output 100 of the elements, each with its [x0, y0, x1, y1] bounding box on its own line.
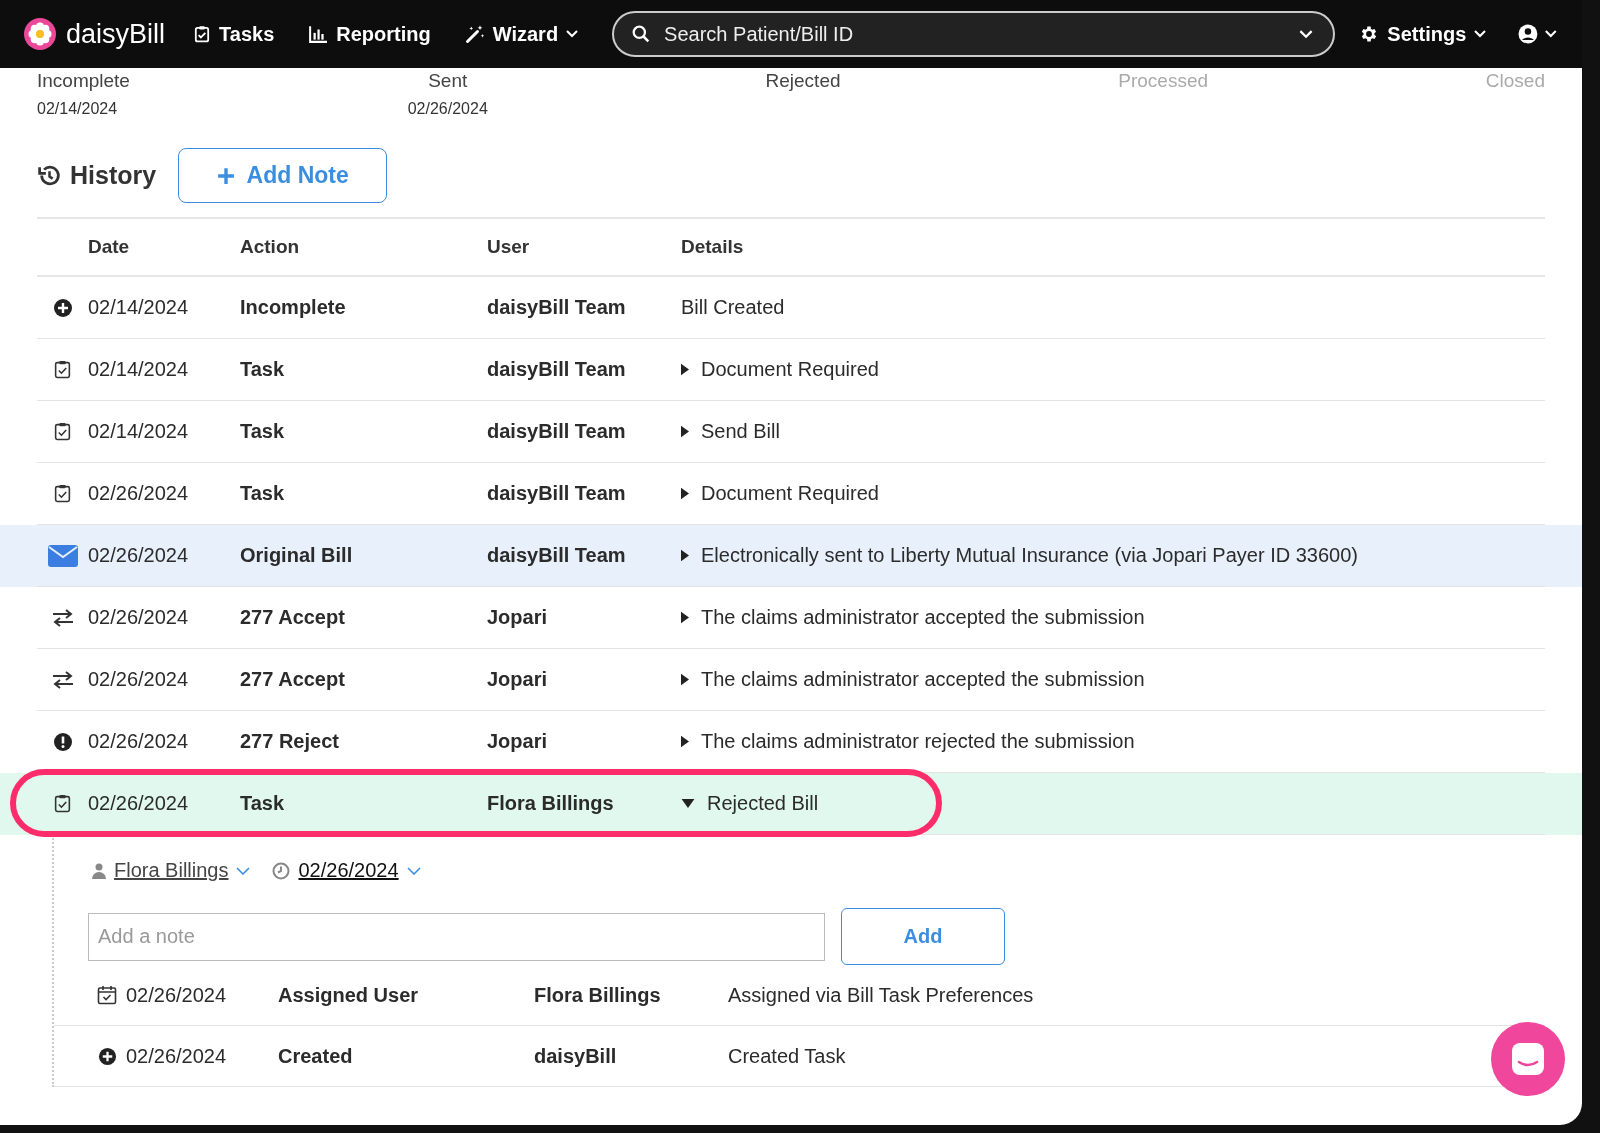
status-step-label: Rejected — [765, 70, 841, 92]
date-cell-text: 02/14/2024 — [88, 420, 190, 443]
history-row[interactable]: 02/26/2024 277 Accept Jopari The claims administrator accepted the submission — [0, 587, 1582, 649]
action-cell-text: Task — [240, 792, 286, 815]
caret-right-icon[interactable] — [681, 611, 689, 624]
assignee-dropdown[interactable]: Flora Billings — [114, 859, 229, 882]
bar-chart-icon — [308, 25, 329, 43]
clock-icon — [272, 861, 291, 880]
user-cell: daisyBill — [534, 1044, 617, 1068]
settings-menu[interactable]: Settings — [1359, 22, 1487, 46]
column-header: Action — [240, 236, 301, 258]
history-icon — [37, 163, 62, 188]
action-cell-text: 277 Accept — [240, 606, 346, 629]
action-cell-text: 277 Reject — [240, 730, 340, 753]
caret-right-icon[interactable] — [681, 363, 689, 376]
details-cell: The claims administrator rejected the submission — [701, 730, 1135, 753]
user-cell-text: daisyBill Team — [487, 296, 627, 319]
brand-name[interactable]: daisyBill — [66, 18, 166, 50]
clipboard-check-icon — [54, 484, 71, 503]
action-cell-text: 277 Accept — [240, 668, 346, 691]
details-cell: Send Bill — [701, 420, 780, 443]
calendar-check-icon — [97, 985, 117, 1005]
chevron-down-icon — [566, 30, 579, 38]
search-icon — [632, 25, 651, 43]
clipboard-check-icon — [193, 25, 212, 43]
status-step-label: Closed — [1485, 70, 1545, 92]
user-cell-text: Flora Billings — [487, 792, 615, 815]
nav-menu-item[interactable]: Wizard — [464, 22, 579, 46]
status-step-label: Sent — [428, 70, 468, 92]
details-cell: Created Task — [728, 1044, 846, 1068]
clipboard-check-icon — [54, 422, 71, 441]
clipboard-check-icon — [54, 360, 71, 379]
user-cell-text: Jopari — [487, 730, 549, 753]
date-cell-text: 02/26/2024 — [88, 544, 190, 567]
envelope-icon — [47, 544, 78, 567]
history-row[interactable]: 02/14/2024 Task daisyBill Team Document Required — [0, 339, 1582, 401]
column-header: User — [487, 236, 531, 258]
note-input-field[interactable]: Add a note — [88, 912, 825, 961]
caret-right-icon[interactable] — [681, 487, 689, 500]
action-cell-text: Task — [240, 482, 286, 505]
column-header: Details — [681, 236, 745, 258]
history-row[interactable]: 02/26/2024 Original Bill daisyBill Team Electronically sent to Liberty Mutual Insurance (via Jopari Payer ID 33600) — [0, 525, 1582, 587]
caret-right-icon[interactable] — [681, 425, 689, 438]
details-cell: Document Required — [701, 482, 879, 505]
status-step-label: Processed — [1118, 70, 1209, 92]
details-cell: Electronically sent to Liberty Mutual Insurance (via Jopari Payer ID 33600) — [701, 544, 1358, 567]
details-cell: The claims administrator accepted the submission — [701, 668, 1145, 691]
action-cell-text: Incomplete — [240, 296, 347, 319]
user-cell-text: Jopari — [487, 606, 549, 629]
details-cell: Bill Created — [681, 296, 785, 319]
clipboard-check-icon — [54, 794, 71, 813]
user-cell-text: daisyBill Team — [487, 482, 627, 505]
exchange-arrows-icon — [51, 670, 74, 689]
user-cell-text: Jopari — [487, 668, 549, 691]
exclamation-circle-icon — [52, 731, 73, 752]
status-step-date: 02/26/2024 — [407, 100, 488, 118]
due-date-dropdown[interactable]: 02/26/2024 — [298, 859, 399, 882]
column-header: Date — [88, 236, 131, 258]
details-cell: The claims administrator accepted the submission — [701, 606, 1145, 629]
user-cell-text: daisyBill Team — [487, 358, 627, 381]
history-row[interactable]: 02/14/2024 Task daisyBill Team Send Bill — [0, 401, 1582, 463]
date-cell-text: 02/14/2024 — [88, 358, 190, 381]
person-icon — [92, 862, 106, 879]
date-cell-text: 02/26/2024 — [88, 606, 190, 629]
user-cell-text: daisyBill Team — [487, 544, 627, 567]
history-heading: History — [70, 161, 157, 190]
history-row[interactable]: 02/14/2024 Incomplete daisyBill Team Bill Created — [0, 277, 1582, 339]
user-cell-text: daisyBill Team — [487, 420, 627, 443]
caret-right-icon[interactable] — [681, 549, 689, 562]
caret-down-icon[interactable] — [681, 799, 695, 808]
nav-menu-item[interactable]: Reporting — [308, 22, 431, 46]
exchange-arrows-icon — [51, 608, 74, 627]
status-step-date: 02/14/2024 — [37, 100, 118, 118]
status-step-label: Incomplete — [37, 70, 130, 92]
action-cell: Created — [278, 1044, 353, 1068]
caret-right-icon[interactable] — [681, 673, 689, 686]
chat-bubble-icon — [1510, 1041, 1546, 1077]
caret-right-icon[interactable] — [681, 735, 689, 748]
action-cell-text: Original Bill — [240, 544, 354, 567]
details-cell: Rejected Bill — [707, 792, 819, 815]
user-cell: Flora Billings — [534, 983, 661, 1007]
search-field[interactable]: Search Patient/Bill ID — [612, 11, 1336, 57]
plus-circle-icon — [97, 1046, 117, 1066]
action-cell-text: Task — [240, 420, 286, 443]
history-row[interactable]: 02/26/2024 277 Accept Jopari The claims administrator accepted the submission — [0, 649, 1582, 711]
date-cell-text: 02/14/2024 — [88, 296, 190, 319]
date-cell-text: 02/26/2024 — [88, 482, 190, 505]
magic-wand-icon — [464, 24, 485, 44]
date-cell: 02/26/2024 — [126, 983, 227, 1007]
nav-menu-item[interactable]: Tasks — [193, 22, 275, 46]
user-account-icon[interactable] — [1518, 24, 1558, 44]
date-cell-text: 02/26/2024 — [88, 730, 190, 753]
plus-icon — [216, 166, 235, 185]
action-cell: Assigned User — [278, 983, 419, 1007]
details-cell: Document Required — [701, 358, 879, 381]
date-cell: 02/26/2024 — [126, 1044, 227, 1068]
flower-logo-icon — [24, 18, 56, 50]
date-cell-text: 02/26/2024 — [88, 792, 190, 815]
chevron-down-icon — [1474, 30, 1487, 38]
date-cell-text: 02/26/2024 — [88, 668, 190, 691]
